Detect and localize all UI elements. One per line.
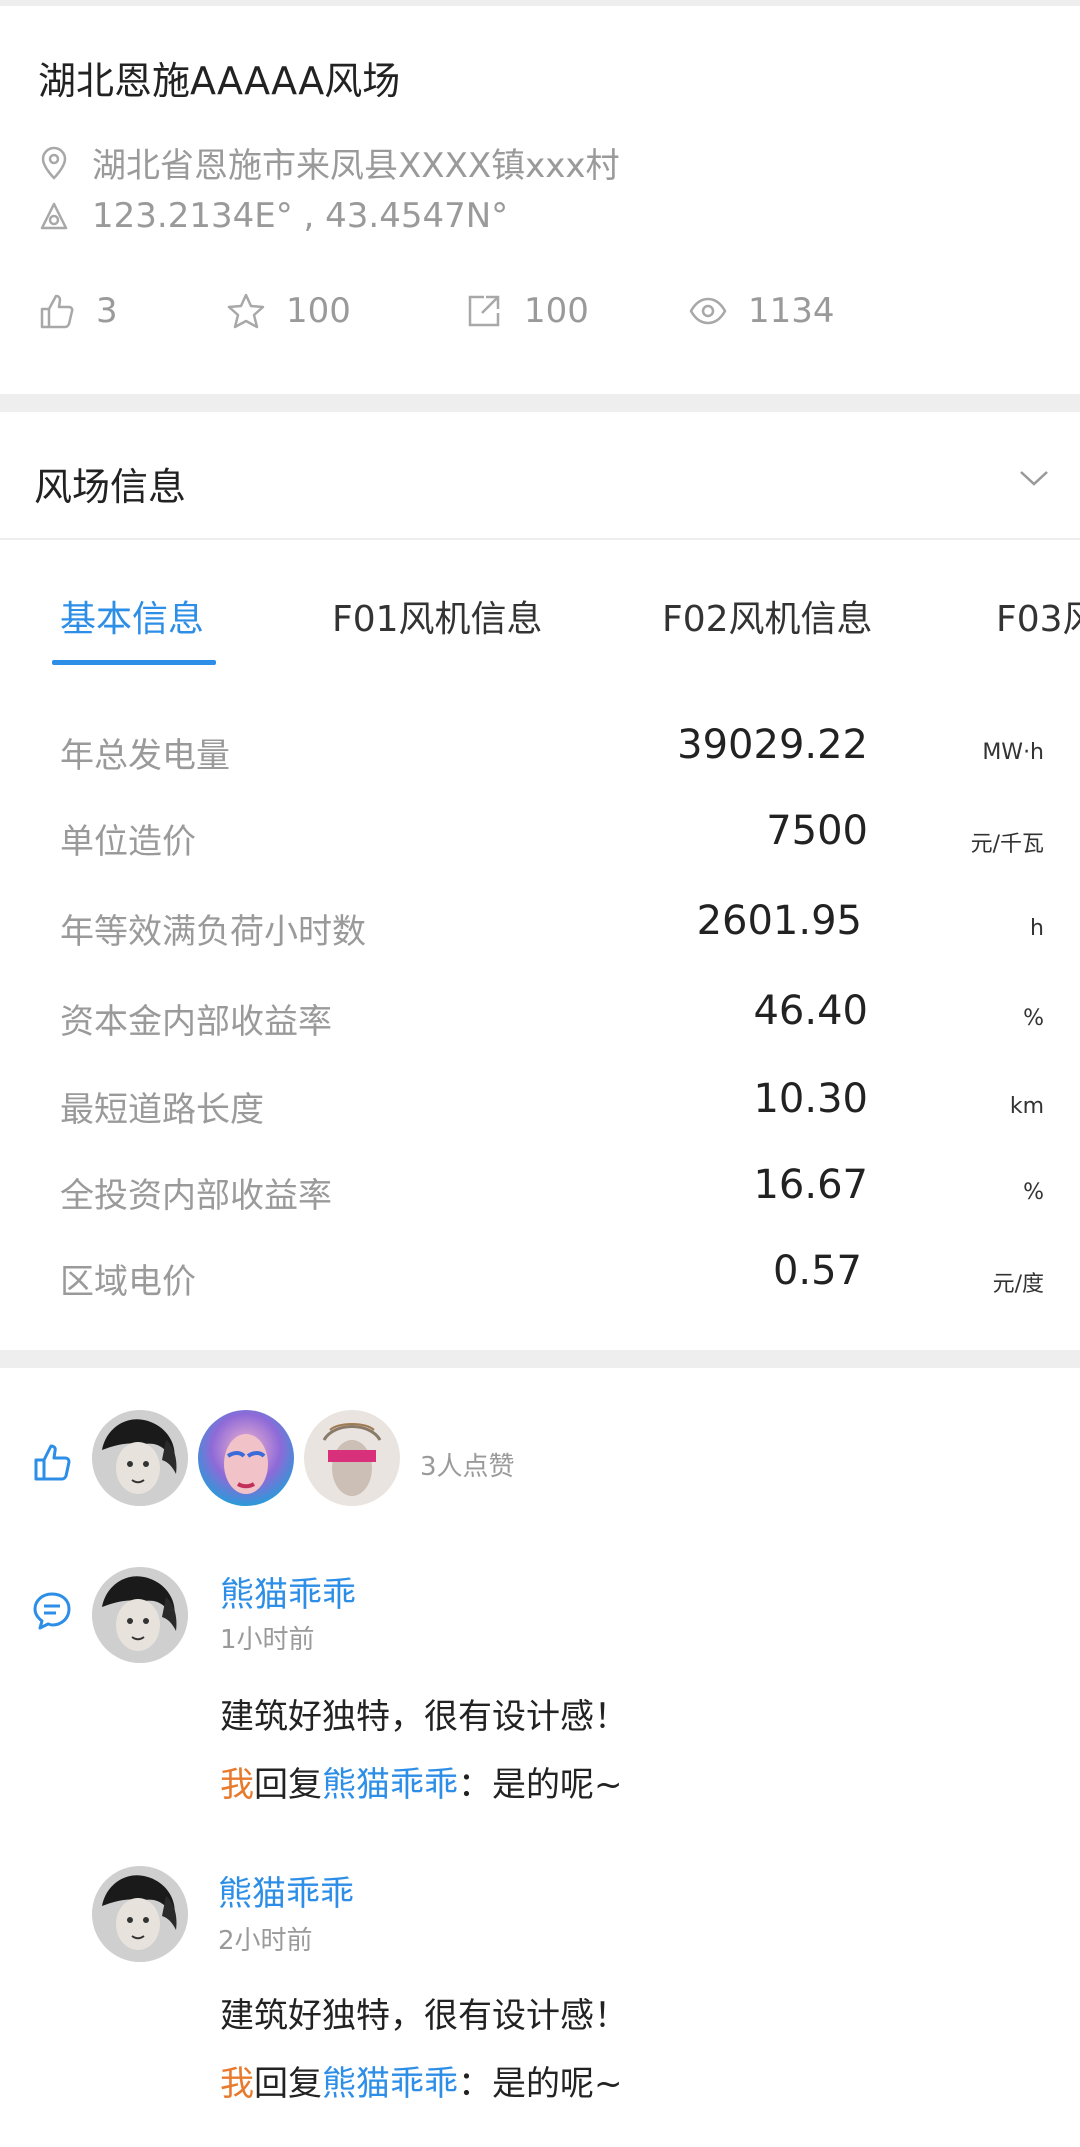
coordinates-text: 123.2134E° , 43.4547N° [92, 196, 509, 236]
comment-text: 建筑好独特，很有设计感！ [220, 1996, 628, 2036]
avatar[interactable] [304, 1410, 400, 1506]
tab-f03[interactable]: F03风 [996, 590, 1080, 642]
view-count: 1134 [748, 291, 835, 331]
comment-item: 熊猫乖乖 2小时前 建筑好独特，很有设计感！ 我回复熊猫乖乖：是的呢~ [0, 1866, 1080, 2116]
tab-f01[interactable]: F01风机信息 [332, 590, 543, 642]
stats-bar: 3 100 100 1134 [36, 291, 1046, 341]
comment-icon[interactable] [30, 1589, 74, 1633]
share-icon [464, 291, 504, 331]
comment-author[interactable]: 熊猫乖乖 [220, 1567, 356, 1616]
address-text: 湖北省恩施市来凤县XXXX镇xxx村 [92, 146, 620, 186]
info-label: 最短道路长度 [60, 1090, 264, 1130]
avatar[interactable] [92, 1866, 188, 1962]
info-row-total-irr: 全投资内部收益率 16.67 % [0, 1160, 1080, 1220]
comment-reply: 我回复熊猫乖乖：是的呢~ [220, 1757, 623, 1806]
coordinates-row: 123.2134E° , 43.4547N° [36, 196, 508, 236]
reply-target-name[interactable]: 熊猫乖乖 [322, 2064, 458, 2104]
info-unit: km [1009, 1094, 1044, 1119]
info-value: 39029.22 [677, 722, 868, 768]
reply-self-name[interactable]: 我 [220, 1765, 254, 1805]
likes-row: 3人点赞 [0, 1400, 1080, 1520]
info-unit: % [1023, 1006, 1044, 1031]
star-icon [226, 291, 266, 331]
comment-item: 熊猫乖乖 1小时前 建筑好独特，很有设计感！ 我回复熊猫乖乖：是的呢~ [0, 1565, 1080, 1815]
info-row-full-load-hours: 年等效满负荷小时数 2601.95 h [0, 896, 1080, 956]
favorite-count: 100 [286, 291, 351, 331]
info-row-generation: 年总发电量 39029.22 MW·h [0, 720, 1080, 780]
chevron-down-icon[interactable] [1016, 460, 1052, 496]
avatar[interactable] [198, 1410, 294, 1506]
comment-author[interactable]: 熊猫乖乖 [218, 1866, 354, 1915]
info-unit: h [1030, 916, 1044, 941]
active-tab-indicator [52, 660, 216, 665]
reply-target-name[interactable]: 熊猫乖乖 [322, 1765, 458, 1805]
info-row-electricity-price: 区域电价 0.57 元/度 [0, 1246, 1080, 1306]
info-label: 年等效满负荷小时数 [60, 912, 366, 952]
reply-self-name[interactable]: 我 [220, 2064, 254, 2104]
location-pin-icon [36, 145, 72, 181]
info-label: 单位造价 [60, 822, 196, 862]
view-stat: 1134 [688, 291, 835, 331]
section-title: 风场信息 [34, 465, 187, 509]
address-row: 湖北省恩施市来凤县XXXX镇xxx村 [36, 138, 620, 187]
info-label: 年总发电量 [60, 736, 230, 776]
favorite-stat[interactable]: 100 [226, 291, 351, 331]
info-unit: 元/千瓦 [970, 832, 1044, 857]
comment-time: 2小时前 [218, 1926, 313, 1956]
info-value: 10.30 [753, 1076, 868, 1122]
info-value: 0.57 [772, 1248, 862, 1294]
reply-text: ：是的呢~ [458, 1765, 623, 1805]
info-value: 46.40 [753, 988, 868, 1034]
section-divider [0, 1350, 1080, 1368]
avatar[interactable] [92, 1410, 188, 1506]
coordinates-icon [36, 198, 72, 234]
info-unit: 元/度 [992, 1272, 1044, 1297]
eye-icon [688, 291, 728, 331]
info-unit: % [1023, 1180, 1044, 1205]
info-unit: MW·h [982, 740, 1044, 765]
info-value: 16.67 [753, 1162, 868, 1208]
comment-reply: 我回复熊猫乖乖：是的呢~ [220, 2056, 623, 2105]
tab-basic-info[interactable]: 基本信息 [60, 590, 204, 642]
thumbs-up-icon [36, 291, 76, 331]
section-header[interactable]: 风场信息 [0, 412, 1080, 540]
reply-text: ：是的呢~ [458, 2064, 623, 2104]
like-stat[interactable]: 3 [36, 291, 118, 331]
tab-f02[interactable]: F02风机信息 [662, 590, 873, 642]
share-count: 100 [524, 291, 589, 331]
reply-verb: 回复 [254, 2064, 322, 2104]
info-label: 资本金内部收益率 [60, 1002, 332, 1042]
avatar[interactable] [92, 1567, 188, 1663]
comment-time: 1小时前 [220, 1625, 315, 1655]
tab-bar: 基本信息 F01风机信息 F02风机信息 F03风 [0, 560, 1080, 670]
info-value: 2601.95 [696, 898, 862, 944]
info-label: 全投资内部收益率 [60, 1176, 332, 1216]
info-row-capital-irr: 资本金内部收益率 46.40 % [0, 986, 1080, 1046]
site-header-card: 湖北恩施AAAAA风场 湖北省恩施市来凤县XXXX镇xxx村 123.2134E… [0, 6, 1080, 394]
info-label: 区域电价 [60, 1262, 196, 1302]
comment-text: 建筑好独特，很有设计感！ [220, 1697, 628, 1737]
likes-count-text: 3人点赞 [420, 1452, 515, 1482]
section-divider [0, 394, 1080, 412]
like-count: 3 [96, 291, 118, 331]
reply-verb: 回复 [254, 1765, 322, 1805]
site-title: 湖北恩施AAAAA风场 [38, 59, 401, 103]
info-row-unit-cost: 单位造价 7500 元/千瓦 [0, 806, 1080, 866]
info-value: 7500 [766, 808, 868, 854]
thumbs-up-icon[interactable] [30, 1440, 74, 1484]
share-stat[interactable]: 100 [464, 291, 589, 331]
info-row-road-length: 最短道路长度 10.30 km [0, 1074, 1080, 1134]
